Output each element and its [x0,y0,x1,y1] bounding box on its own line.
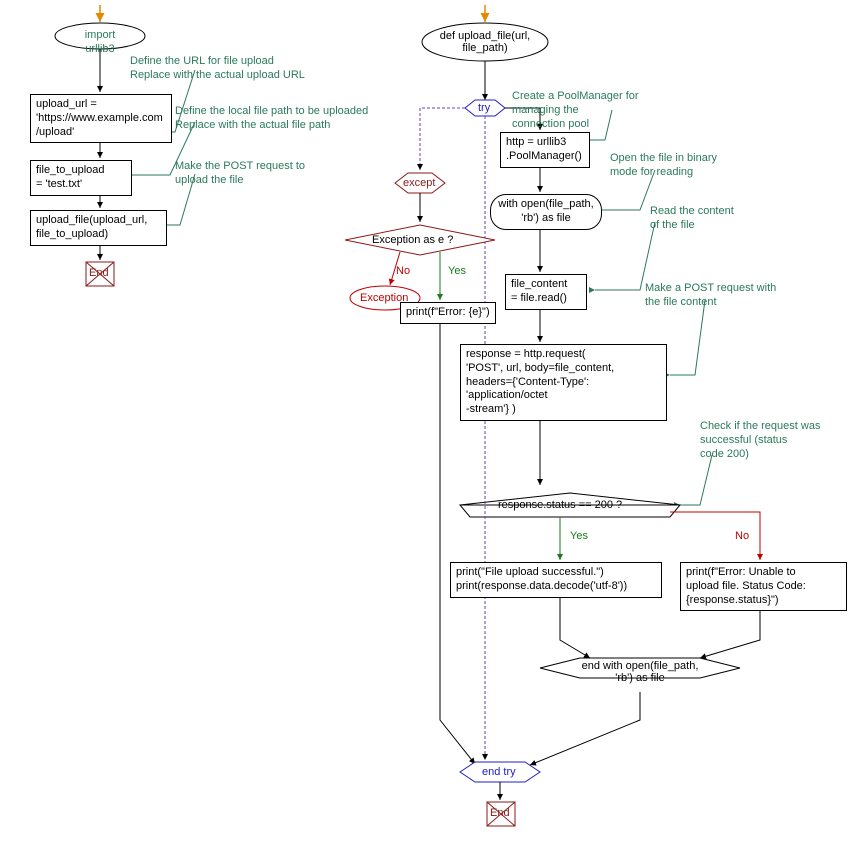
comment-check: Check if the request was successful (sta… [700,420,820,461]
box-with-open: with open(file_path, 'rb') as file [490,194,602,230]
box-success: print("File upload successful.") print(r… [450,562,662,598]
box-file-to-upload: file_to_upload = 'test.txt' [30,160,132,196]
box-response: response = http.request( 'POST', url, bo… [460,344,667,421]
box-print-error: print(f"Error: {e}") [400,302,496,324]
end-try-label: end try [482,766,516,778]
comment-file-path: Define the local file path to be uploade… [175,105,368,133]
def-upload-file: def upload_file(url, file_path) [436,30,534,54]
comment-upload-url: Define the URL for file upload Replace w… [130,55,305,83]
box-call-upload: upload_file(upload_url, file_to_upload) [30,210,167,246]
end-left: End [89,267,109,279]
yes-label-2: Yes [448,265,466,277]
no-label-1: No [735,530,749,542]
cond-exception: Exception as e ? [372,234,453,246]
end-right: End [490,807,510,819]
start-left: import urllib3 [73,29,127,57]
comment-read: Read the content of the file [650,205,734,233]
comment-make-post: Make the POST request to upload the file [175,160,305,188]
cond-status: response.status == 200 ? [498,499,622,511]
try-label: try [478,102,490,114]
comment-post: Make a POST request with the file conten… [645,282,776,310]
no-label-2: No [396,265,410,277]
comment-open-file: Open the file in binary mode for reading [610,152,717,180]
yes-label-1: Yes [570,530,588,542]
except-label: except [403,177,435,189]
box-error-status: print(f"Error: Unable to upload file. St… [680,562,847,611]
box-http: http = urllib3 .PoolManager() [500,132,590,168]
box-upload-url: upload_url = 'https://www.example.com /u… [30,94,172,143]
box-file-read: file_content = file.read() [505,274,587,310]
end-with: end with open(file_path, 'rb') as file [580,660,700,684]
comment-poolmanager: Create a PoolManager for managing the co… [512,90,639,131]
